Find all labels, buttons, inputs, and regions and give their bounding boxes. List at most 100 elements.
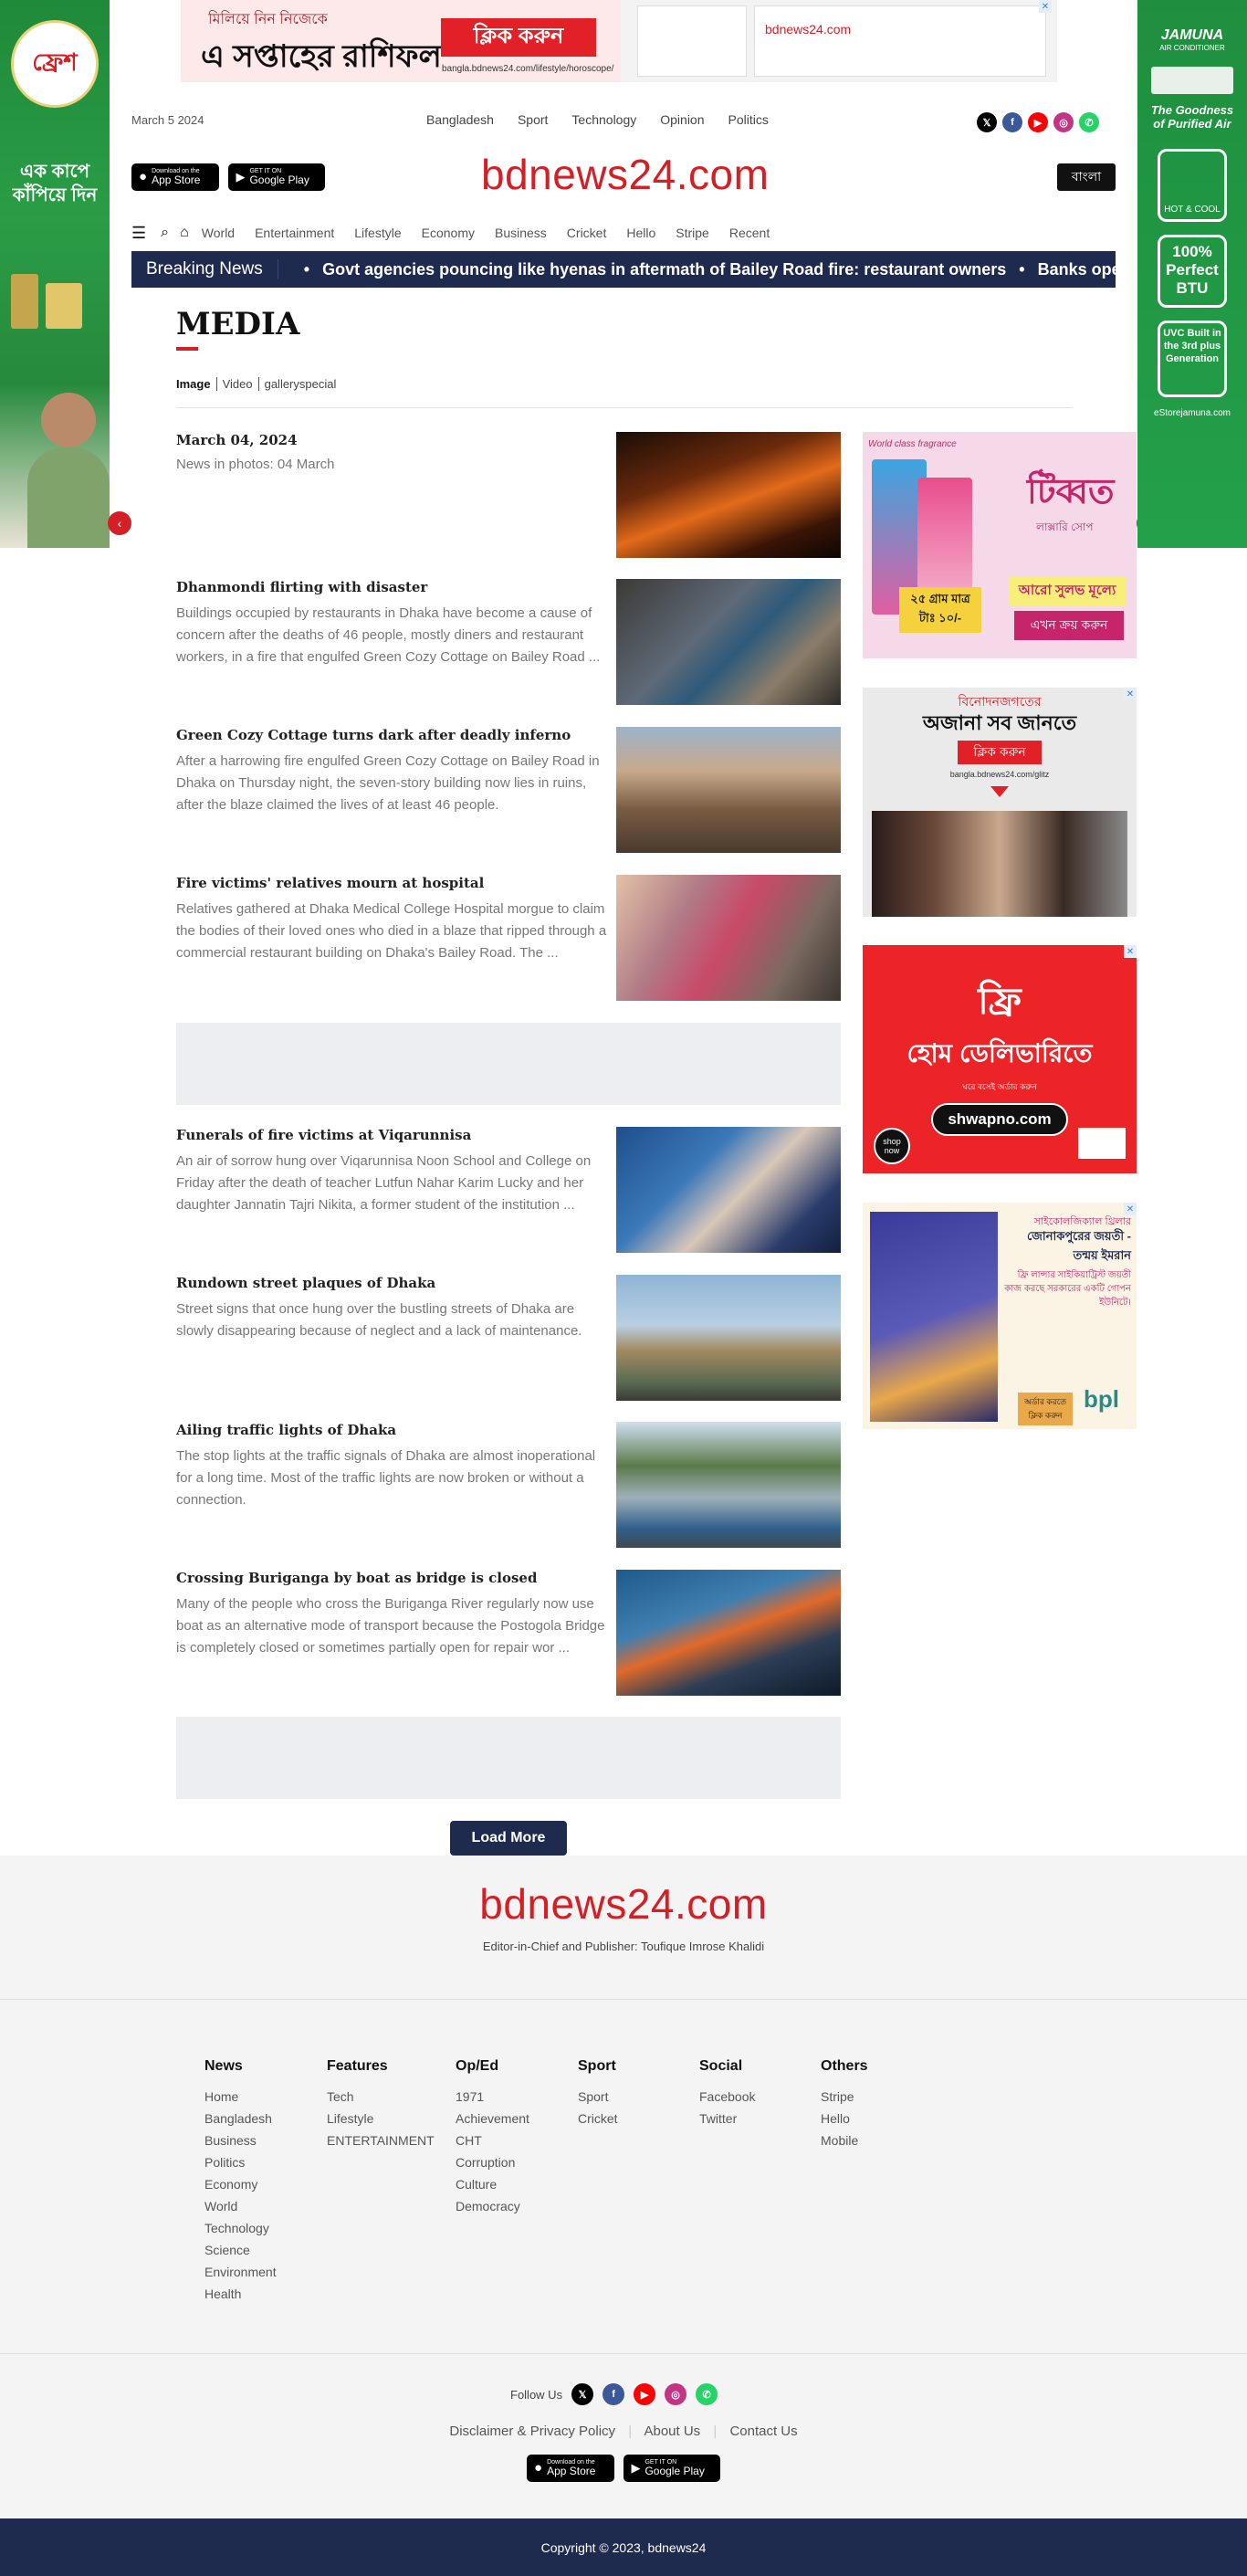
footer-link[interactable]: Politics	[204, 2151, 277, 2173]
article-summary[interactable]: News in photos: 04 March	[176, 454, 614, 476]
list-item[interactable]: Rundown street plaques of Dhaka Street s…	[176, 1275, 607, 1342]
top-nav-opinion[interactable]: Opinion	[660, 112, 704, 127]
footer-link[interactable]: Home	[204, 2086, 277, 2108]
list-item[interactable]: Dhanmondi flirting with disaster Buildin…	[176, 579, 607, 668]
load-more-button[interactable]: Load More	[450, 1821, 567, 1856]
footer-link[interactable]: Lifestyle	[327, 2108, 435, 2129]
ad-close-icon[interactable]: ✕	[1039, 0, 1052, 13]
left-ad-banner[interactable]: ফ্রেশ এক কাপে কাঁপিয়ে দিন	[0, 0, 110, 548]
nav-cricket[interactable]: Cricket	[567, 226, 607, 240]
tab-video[interactable]: Video	[215, 377, 258, 391]
footer-link[interactable]: Environment	[204, 2261, 277, 2283]
x-twitter-icon[interactable]: 𝕏	[571, 2383, 594, 2405]
article-title[interactable]: Funerals of fire victims at Viqarunnisa	[176, 1127, 607, 1143]
nav-recent[interactable]: Recent	[729, 226, 770, 240]
footer-link[interactable]: Economy	[204, 2173, 277, 2195]
top-nav-technology[interactable]: Technology	[571, 112, 636, 127]
list-item[interactable]: Ailing traffic lights of Dhaka The stop …	[176, 1422, 607, 1511]
tab-galleryspecial[interactable]: galleryspecial	[257, 377, 342, 391]
side2-button[interactable]: ক্লিক করুন	[958, 741, 1042, 764]
home-icon[interactable]: ⌂	[180, 225, 189, 241]
list-item[interactable]: Fire victims' relatives mourn at hospita…	[176, 875, 607, 964]
ad-top-button[interactable]: ক্লিক করুন	[441, 18, 596, 57]
side4-cta[interactable]: অর্ডার করতে ক্লিক করুন	[1018, 1393, 1073, 1425]
facebook-icon[interactable]: f	[1002, 112, 1022, 132]
gas-cylinders-photo-thumbnail[interactable]	[616, 579, 841, 705]
footer-link[interactable]: Bangladesh	[204, 2108, 277, 2129]
google-play-button[interactable]: ▶ GET IT ON Google Play	[624, 2455, 721, 2482]
footer-link[interactable]: Hello	[821, 2108, 868, 2129]
burnt-building-photo-thumbnail[interactable]	[616, 727, 841, 853]
ticker-item[interactable]: Banks oper	[1038, 260, 1116, 279]
footer-link[interactable]: Democracy	[456, 2195, 529, 2217]
footer-link[interactable]: Mobile	[821, 2129, 868, 2151]
footer-link[interactable]: Science	[204, 2239, 277, 2261]
side3-url-button[interactable]: shwapno.com	[931, 1103, 1068, 1136]
article-title[interactable]: Green Cozy Cottage turns dark after dead…	[176, 727, 607, 743]
footer-link[interactable]: Stripe	[821, 2086, 868, 2108]
ad-close-icon[interactable]: ✕	[1124, 1203, 1137, 1215]
article-title[interactable]: Ailing traffic lights of Dhaka	[176, 1422, 607, 1438]
footer-link[interactable]: Corruption	[456, 2151, 529, 2173]
footer-link[interactable]: Tech	[327, 2086, 435, 2108]
list-item[interactable]: Crossing Buriganga by boat as bridge is …	[176, 1570, 607, 1659]
footer-link[interactable]: Cricket	[578, 2108, 618, 2129]
hamburger-menu-icon[interactable]: ☰	[131, 224, 146, 243]
right-ad-banner[interactable]: JAMUNA AIR CONDITIONER The Goodness of P…	[1137, 0, 1247, 548]
footer-link[interactable]: Facebook	[699, 2086, 755, 2108]
google-play-button[interactable]: ▶ GET IT ON Google Play	[228, 163, 326, 191]
fire-photo-thumbnail[interactable]	[616, 432, 841, 558]
site-logo[interactable]: bdnews24.com	[481, 150, 769, 199]
list-item[interactable]: March 04, 2024 News in photos: 04 March	[176, 432, 614, 476]
nav-lifestyle[interactable]: Lifestyle	[354, 226, 401, 240]
youtube-icon[interactable]: ▶	[634, 2383, 656, 2405]
app-store-button[interactable]: ● Download on the App Store	[131, 163, 219, 192]
footer-link[interactable]: Sport	[578, 2086, 618, 2108]
top-nav-bangladesh[interactable]: Bangladesh	[426, 112, 494, 127]
x-twitter-icon[interactable]: 𝕏	[977, 112, 997, 132]
footer-link[interactable]: Health	[204, 2283, 277, 2305]
facebook-icon[interactable]: f	[603, 2383, 625, 2405]
footer-link[interactable]: Business	[204, 2129, 277, 2151]
mourning-relatives-photo-thumbnail[interactable]	[616, 875, 841, 1001]
youtube-icon[interactable]: ▶	[1028, 112, 1048, 132]
whatsapp-icon[interactable]: ✆	[1079, 112, 1099, 132]
top-nav-politics[interactable]: Politics	[728, 112, 769, 127]
nav-entertainment[interactable]: Entertainment	[255, 226, 334, 240]
nav-stripe[interactable]: Stripe	[676, 226, 709, 240]
footer-link[interactable]: 1971	[456, 2086, 529, 2108]
disclaimer-link[interactable]: Disclaimer & Privacy Policy	[449, 2424, 615, 2439]
app-store-button[interactable]: ● Download on the App Store	[527, 2455, 614, 2483]
contact-us-link[interactable]: Contact Us	[729, 2424, 797, 2439]
ad-close-icon[interactable]: ✕	[1124, 945, 1137, 958]
side-ad-shwapno[interactable]: ফ্রি হোম ডেলিভারিতে ঘরে বসেই অর্ডার করুন…	[863, 945, 1137, 1173]
nav-hello[interactable]: Hello	[626, 226, 655, 240]
ad-close-icon[interactable]: ✕	[1124, 688, 1137, 700]
whatsapp-icon[interactable]: ✆	[696, 2383, 718, 2405]
footer-link[interactable]: Twitter	[699, 2108, 755, 2129]
list-item[interactable]: Green Cozy Cottage turns dark after dead…	[176, 727, 607, 816]
article-title[interactable]: Crossing Buriganga by boat as bridge is …	[176, 1570, 607, 1586]
language-toggle-button[interactable]: বাংলা	[1057, 163, 1116, 191]
about-us-link[interactable]: About Us	[644, 2424, 700, 2439]
article-title[interactable]: Rundown street plaques of Dhaka	[176, 1275, 607, 1291]
footer-link[interactable]: World	[204, 2195, 277, 2217]
article-title[interactable]: Fire victims' relatives mourn at hospita…	[176, 875, 607, 891]
instagram-icon[interactable]: ◎	[665, 2383, 687, 2405]
footer-link[interactable]: Culture	[456, 2173, 529, 2195]
instagram-icon[interactable]: ◎	[1053, 112, 1074, 132]
side1-cta2[interactable]: এখন ক্রয় করুন	[1014, 611, 1124, 640]
boat-crossing-photo-thumbnail[interactable]	[616, 1570, 841, 1696]
tab-image[interactable]: Image	[176, 377, 216, 391]
list-item[interactable]: Funerals of fire victims at Viqarunnisa …	[176, 1127, 607, 1216]
footer-link[interactable]: CHT	[456, 2129, 529, 2151]
article-title[interactable]: Dhanmondi flirting with disaster	[176, 579, 607, 595]
traffic-light-photo-thumbnail[interactable]	[616, 1422, 841, 1548]
side-ad-tibbet[interactable]: World class fragrance টিব্বত লাক্সারি সো…	[863, 432, 1137, 658]
funeral-photo-thumbnail[interactable]	[616, 1127, 841, 1253]
footer-link[interactable]: Technology	[204, 2217, 277, 2239]
street-plaque-photo-thumbnail[interactable]	[616, 1275, 841, 1401]
ticker-item[interactable]: Govt agencies pouncing like hyenas in af…	[322, 260, 1006, 279]
search-icon[interactable]: ⌕	[161, 225, 169, 241]
top-ad-banner[interactable]: মিলিয়ে নিন নিজেকে এ সপ্তাহের রাশিফল ক্ল…	[181, 0, 1057, 82]
